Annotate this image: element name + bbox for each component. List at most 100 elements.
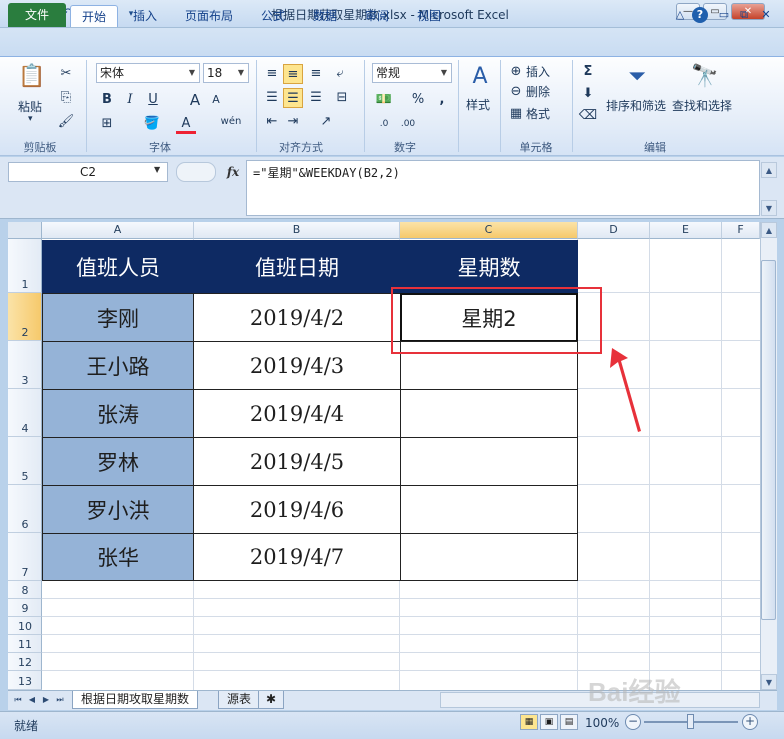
name-box[interactable]: C2 bbox=[8, 162, 168, 182]
formula-bar-expand-icon[interactable] bbox=[176, 162, 216, 182]
copy-icon[interactable]: ⎘ bbox=[56, 88, 76, 108]
cell-c6[interactable] bbox=[400, 485, 578, 534]
insert-cells-icon[interactable]: ⊕ bbox=[506, 62, 526, 82]
workbook-minimize-icon[interactable]: ▭ bbox=[716, 7, 732, 23]
align-center-icon[interactable]: ☰ bbox=[283, 88, 303, 108]
row-header-9[interactable]: 9 bbox=[8, 599, 42, 617]
cell-c4[interactable] bbox=[400, 389, 578, 438]
row-header-6[interactable]: 6 bbox=[8, 485, 42, 533]
increase-font-icon[interactable]: A bbox=[185, 90, 205, 110]
find-select-button[interactable]: 查找和选择 bbox=[672, 97, 732, 114]
phonetic-button[interactable]: wén bbox=[216, 112, 246, 132]
decrease-indent-icon[interactable]: ⇤ bbox=[262, 112, 282, 132]
row-header-7[interactable]: 7 bbox=[8, 533, 42, 581]
comma-button[interactable]: , bbox=[432, 90, 452, 110]
formula-scroll-down-icon[interactable]: ▼ bbox=[761, 200, 777, 216]
tab-formulas[interactable]: 公式 bbox=[254, 5, 292, 27]
autosum-button[interactable]: Σ bbox=[578, 62, 598, 82]
cell-b3[interactable]: 2019/4/3 bbox=[193, 341, 401, 390]
currency-icon[interactable]: 💵 bbox=[374, 90, 394, 110]
delete-cells-button[interactable]: 删除 bbox=[526, 83, 550, 100]
page-break-view-icon[interactable]: ▤ bbox=[560, 714, 578, 730]
merge-center-icon[interactable]: ⊟ bbox=[332, 88, 352, 108]
tab-insert[interactable]: 插入 bbox=[126, 5, 164, 27]
zoom-level[interactable]: 100% bbox=[585, 716, 619, 730]
increase-decimal-icon[interactable]: .0 bbox=[374, 114, 394, 134]
underline-button[interactable]: U bbox=[143, 90, 163, 110]
prev-sheet-icon[interactable]: ◀ bbox=[26, 694, 38, 706]
italic-button[interactable]: I bbox=[120, 90, 140, 110]
tab-view[interactable]: 视图 bbox=[410, 5, 448, 27]
paste-button[interactable]: 粘贴 bbox=[18, 98, 42, 115]
sort-filter-button[interactable]: 排序和筛选 bbox=[606, 97, 666, 114]
font-name-select[interactable]: 宋体 ▼ bbox=[96, 63, 200, 83]
styles-icon[interactable]: A bbox=[466, 62, 494, 92]
percent-button[interactable]: % bbox=[408, 90, 428, 110]
font-color-button[interactable]: A bbox=[176, 114, 196, 134]
cell-b2[interactable]: 2019/4/2 bbox=[193, 293, 401, 342]
cell-a4[interactable]: 张涛 bbox=[42, 389, 194, 438]
align-middle-icon[interactable]: ≡ bbox=[283, 64, 303, 84]
cell-a6[interactable]: 罗小洪 bbox=[42, 485, 194, 534]
normal-view-icon[interactable]: ▦ bbox=[520, 714, 538, 730]
format-cells-button[interactable]: 格式 bbox=[526, 105, 550, 122]
clear-icon[interactable]: ⌫ bbox=[578, 106, 598, 126]
formula-scroll-up-icon[interactable]: ▲ bbox=[761, 162, 777, 178]
cell-b7[interactable]: 2019/4/7 bbox=[193, 533, 401, 581]
cell-a5[interactable]: 罗林 bbox=[42, 437, 194, 486]
cell-b5[interactable]: 2019/4/5 bbox=[193, 437, 401, 486]
ribbon-collapse-icon[interactable]: △ bbox=[672, 7, 688, 23]
delete-cells-icon[interactable]: ⊖ bbox=[506, 82, 526, 102]
increase-indent-icon[interactable]: ⇥ bbox=[283, 112, 303, 132]
zoom-out-icon[interactable]: − bbox=[625, 714, 641, 730]
scroll-up-icon[interactable]: ▲ bbox=[761, 222, 777, 238]
row-header-12[interactable]: 12 bbox=[8, 653, 42, 671]
paste-dropdown-icon[interactable]: ▾ bbox=[28, 114, 33, 124]
column-header-c[interactable]: C bbox=[400, 222, 578, 239]
cell-b6[interactable]: 2019/4/6 bbox=[193, 485, 401, 534]
formula-input[interactable]: ="星期"&WEEKDAY(B2,2) bbox=[246, 160, 760, 216]
page-layout-view-icon[interactable]: ▣ bbox=[540, 714, 558, 730]
cell-a7[interactable]: 张华 bbox=[42, 533, 194, 581]
fill-color-icon[interactable]: 🪣 bbox=[142, 114, 162, 134]
format-painter-icon[interactable]: 🖌 bbox=[56, 112, 76, 132]
sheet-tab-active[interactable]: 根据日期攻取星期数 bbox=[72, 691, 199, 709]
align-top-icon[interactable]: ≡ bbox=[262, 64, 282, 84]
orientation-icon[interactable]: ↗ bbox=[316, 112, 336, 132]
row-header-4[interactable]: 4 bbox=[8, 389, 42, 437]
cell-c5[interactable] bbox=[400, 437, 578, 486]
column-header-b[interactable]: B bbox=[194, 222, 400, 239]
font-size-select[interactable]: 18 ▼ bbox=[203, 63, 249, 83]
vertical-scroll-thumb[interactable] bbox=[761, 260, 776, 620]
cell-a3[interactable]: 王小路 bbox=[42, 341, 194, 390]
first-sheet-icon[interactable]: ⏮ bbox=[12, 694, 24, 706]
workbook-close-icon[interactable]: ✕ bbox=[758, 7, 774, 23]
bold-button[interactable]: B bbox=[97, 90, 117, 110]
last-sheet-icon[interactable]: ⏭ bbox=[54, 694, 66, 706]
column-header-e[interactable]: E bbox=[650, 222, 722, 239]
cut-icon[interactable]: ✂ bbox=[56, 64, 76, 84]
borders-icon[interactable]: ⊞ bbox=[97, 114, 117, 134]
zoom-slider-thumb[interactable] bbox=[687, 714, 694, 729]
find-select-icon[interactable]: 🔭 bbox=[690, 62, 720, 92]
zoom-in-icon[interactable]: + bbox=[742, 714, 758, 730]
row-header-2[interactable]: 2 bbox=[8, 293, 42, 341]
cell-a2[interactable]: 李刚 bbox=[42, 293, 194, 342]
column-header-a[interactable]: A bbox=[42, 222, 194, 239]
tab-data[interactable]: 数据 bbox=[306, 5, 344, 27]
cell-a1[interactable]: 值班人员 bbox=[42, 240, 194, 293]
insert-cells-button[interactable]: 插入 bbox=[526, 63, 550, 80]
format-cells-icon[interactable]: ▦ bbox=[506, 104, 526, 124]
align-bottom-icon[interactable]: ≡ bbox=[306, 64, 326, 84]
decrease-font-icon[interactable]: A bbox=[206, 90, 226, 110]
tab-review[interactable]: 审阅 bbox=[358, 5, 396, 27]
row-header-3[interactable]: 3 bbox=[8, 341, 42, 389]
decrease-decimal-icon[interactable]: .00 bbox=[398, 114, 418, 134]
cell-c1[interactable]: 星期数 bbox=[400, 240, 578, 293]
next-sheet-icon[interactable]: ▶ bbox=[40, 694, 52, 706]
styles-button[interactable]: 样式 bbox=[466, 96, 490, 113]
tab-page-layout[interactable]: 页面布局 bbox=[176, 5, 242, 27]
sheet-tab-source[interactable]: 源表 bbox=[218, 691, 261, 709]
new-sheet-icon[interactable]: ✱ bbox=[258, 691, 284, 709]
align-left-icon[interactable]: ☰ bbox=[262, 88, 282, 108]
